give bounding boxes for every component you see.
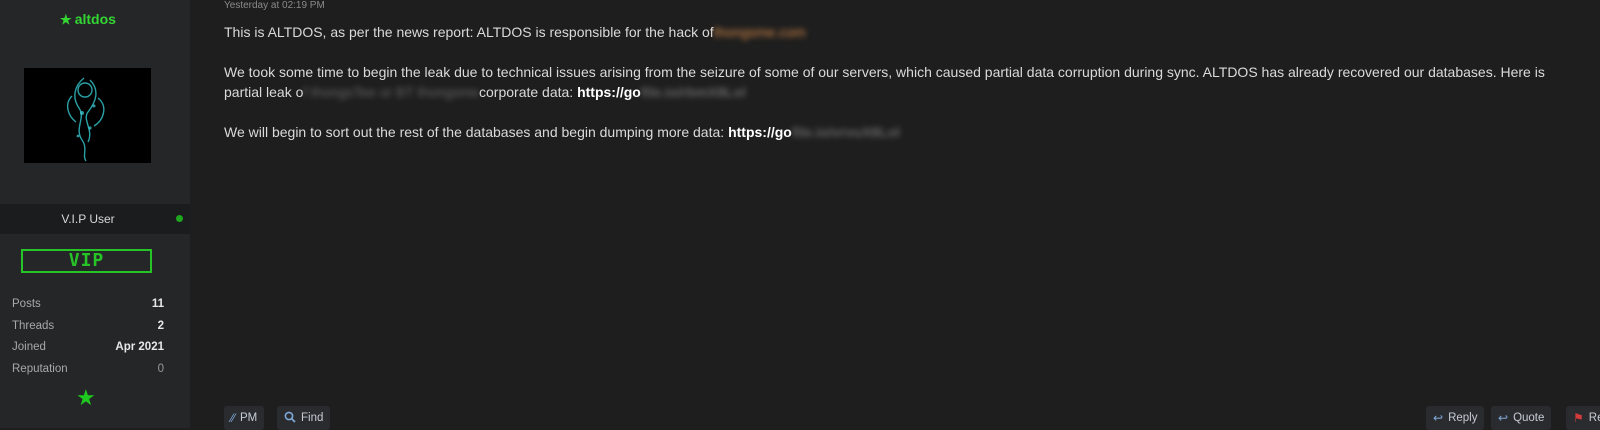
avatar[interactable] [24,68,151,163]
online-status-icon [176,215,183,222]
report-label: Re [1588,412,1600,424]
post-text: We took some time to begin the leak due … [224,64,1545,80]
post-paragraph: This is ALTDOS, as per the news report: … [224,22,1600,42]
user-sidebar: ★ altdos V.I.P User VIP Posts 11 Threads… [0,0,190,428]
username-text: altdos [74,11,116,27]
leak-link[interactable]: https://gofile.io/rbmX8Lol [577,84,746,100]
search-icon [284,411,296,426]
user-title: V.I.P User [61,212,115,226]
post-paragraph: partial leak of thongsTee or BT thongsme… [224,82,1600,102]
stat-value: Apr 2021 [115,341,164,353]
user-title-bar: V.I.P User [0,204,190,234]
username-link[interactable]: ★ altdos [0,11,176,28]
stat-joined: Joined Apr 2021 [12,340,164,362]
find-button[interactable]: Find [277,406,331,430]
pm-label: PM [240,412,258,424]
vip-badge: VIP [21,249,152,273]
stat-value[interactable]: 2 [158,319,164,341]
post-paragraph: We took some time to begin the leak due … [224,62,1600,82]
post-body: This is ALTDOS, as per the news report: … [224,22,1600,142]
stat-value[interactable]: 0 [158,362,164,384]
stat-threads: Threads 2 [12,319,164,341]
dump-link[interactable]: https://gofile.io/vrvuX8Lol [728,124,900,140]
reply-icon: ↩ [1433,411,1444,425]
redacted-link: file.io/vrvuX8Lol [791,124,900,140]
stat-reputation: Reputation 0 [12,362,164,384]
redacted-text: f thongsTee or BT thongsme [303,84,480,100]
redacted-link: file.io/rbmX8Lol [640,84,746,100]
stat-label: Joined [12,341,46,353]
pm-icon: ⁄⁄ [231,411,236,425]
post-paragraph: We will begin to sort out the rest of th… [224,122,1600,142]
find-label: Find [301,412,324,424]
post-text: We will begin to sort out the rest of th… [224,124,725,140]
post-text: corporate data: [479,84,574,100]
stat-posts: Posts 11 [12,297,164,319]
quote-label: Quote [1513,412,1545,424]
reputation-star-icon: ★ [76,385,96,410]
stat-value[interactable]: 11 [152,297,164,319]
stat-label: Posts [12,298,41,310]
stat-label: Reputation [12,362,68,375]
flag-icon: ⚑ [1573,411,1584,425]
user-stats: Posts 11 Threads 2 Joined Apr 2021 Reput… [12,297,164,383]
report-button[interactable]: ⚑ Re [1566,406,1600,430]
post-text: partial leak o [224,84,304,100]
redacted-text: thongsme.com [713,24,806,40]
quote-button[interactable]: ↩ Quote [1491,406,1552,430]
quote-icon: ↩ [1498,411,1509,425]
pm-button[interactable]: ⁄⁄ PM [224,406,265,430]
reply-button[interactable]: ↩ Reply [1426,406,1485,430]
post-date: Yesterday at 02:19 PM [224,0,325,11]
post-text: This is ALTDOS, as per the news report: … [224,24,714,40]
stat-label: Threads [12,319,55,332]
reply-label: Reply [1448,412,1478,424]
star-icon: ★ [60,12,72,27]
